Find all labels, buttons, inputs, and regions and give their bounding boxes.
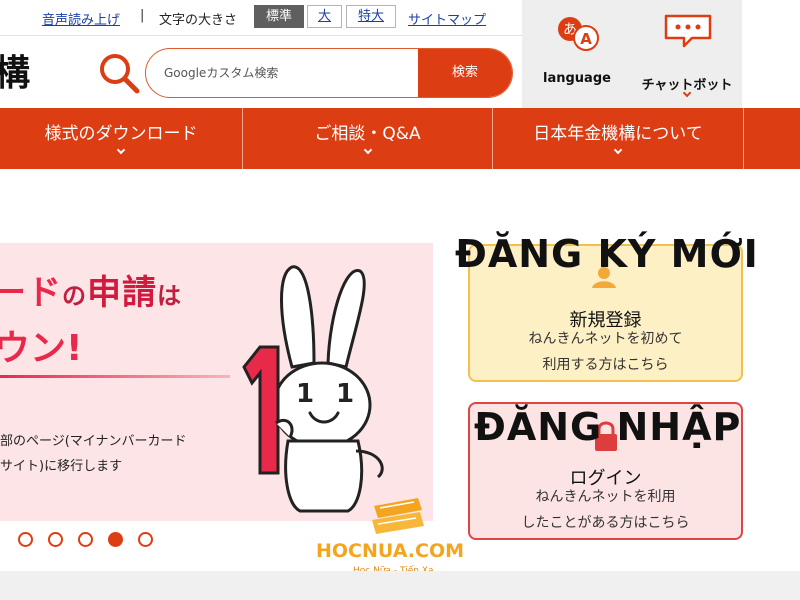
- nav-item-about[interactable]: 日本年金機構について: [493, 108, 744, 169]
- register-card-desc: ねんきんネットを初めて 利用する方はこちら: [470, 326, 741, 378]
- login-overlay-title: ĐĂNG NHẬP: [474, 405, 742, 449]
- banner-headline-part: 申請: [87, 273, 157, 313]
- register-card-desc-line: ねんきんネットを初めて: [528, 331, 683, 347]
- svg-text:1: 1: [336, 379, 354, 409]
- carousel-dot[interactable]: [78, 532, 93, 547]
- banner-body: 部のページ(マイナンバーカード サイト)に移行します: [0, 429, 187, 479]
- login-card-desc-line: ねんきんネットを利用: [535, 489, 676, 505]
- carousel-dot[interactable]: [48, 532, 63, 547]
- read-aloud-link[interactable]: 音声読み上げ: [42, 9, 120, 28]
- search-button[interactable]: 検索: [418, 49, 512, 97]
- logo[interactable]: 構: [0, 44, 30, 96]
- main-nav: 様式のダウンロード ご相談・Q&A 日本年金機構について: [0, 108, 800, 169]
- banner-headline-part: の: [62, 282, 87, 310]
- font-size-large-button[interactable]: 大: [307, 5, 342, 28]
- register-overlay-title: ĐĂNG KÝ MỚI: [455, 232, 759, 276]
- nav-item-downloads[interactable]: 様式のダウンロード: [0, 108, 243, 169]
- font-size-label: 文字の大きさ: [159, 13, 238, 28]
- banner-headline-part: は: [157, 282, 182, 310]
- hero-banner[interactable]: ードの申請は ウン! 部のページ(マイナンバーカード サイト)に移行します 1 …: [0, 243, 433, 521]
- utility-bar: 音声読み上げ | 文字の大きさ 標準 大 特大 サイトマップ: [0, 0, 522, 36]
- carousel-dot[interactable]: [18, 532, 33, 547]
- separator: |: [140, 8, 145, 23]
- svg-text:1: 1: [296, 379, 314, 409]
- carousel-dot[interactable]: [138, 532, 153, 547]
- sitemap-link[interactable]: サイトマップ: [408, 9, 486, 28]
- language-label: language: [543, 71, 611, 86]
- banner-divider: [0, 375, 230, 378]
- nav-item-label: 様式のダウンロード: [44, 124, 198, 144]
- nav-item-consultation[interactable]: ご相談・Q&A: [243, 108, 493, 169]
- watermark-brand: HOCNUA.COM: [316, 540, 465, 562]
- banner-body-line: サイト)に移行します: [0, 459, 123, 474]
- banner-headline-line2: ウン!: [0, 328, 83, 369]
- register-card-desc-line: 利用する方はこちら: [542, 357, 669, 373]
- language-icon: あ A: [558, 17, 599, 51]
- nav-item-label: 日本年金機構について: [533, 124, 703, 144]
- search-box: 検索: [145, 48, 513, 98]
- login-card-desc: ねんきんネットを利用 したことがある方はこちら: [470, 484, 741, 536]
- search-input[interactable]: [146, 49, 418, 97]
- chevron-down-icon: [116, 145, 126, 155]
- chevron-down-icon: [613, 145, 623, 155]
- font-size-xlarge-button[interactable]: 特大: [346, 5, 396, 28]
- rabbit-mascot-icon: 1 1: [242, 265, 384, 513]
- chat-bubble-icon: [664, 14, 712, 48]
- nav-item-label: ご相談・Q&A: [314, 124, 421, 144]
- search-icon: [100, 54, 140, 94]
- footer-band: [0, 571, 800, 600]
- chevron-down-icon: [363, 145, 372, 155]
- carousel-dot-active[interactable]: [108, 532, 123, 547]
- svg-text:A: A: [580, 30, 592, 48]
- language-button[interactable]: あ A language: [522, 0, 632, 108]
- chatbot-button[interactable]: チャットボット: [632, 0, 742, 108]
- banner-headline: ードの申請は: [0, 265, 182, 314]
- login-card-desc-line: したことがある方はこちら: [521, 515, 690, 531]
- font-size-standard-button[interactable]: 標準: [254, 5, 304, 28]
- banner-headline-part: ード: [0, 273, 62, 313]
- banner-body-line: 部のページ(マイナンバーカード: [0, 434, 187, 449]
